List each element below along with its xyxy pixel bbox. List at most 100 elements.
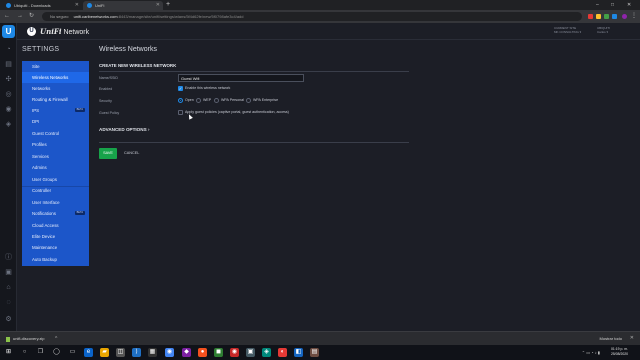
extension-icon[interactable] [588,14,593,19]
guest-policy-text: Apply guest policies (captive portal, gu… [185,110,289,114]
sidebar-item-networks[interactable]: Networks [22,83,89,94]
cancel-button[interactable]: CANCEL [124,148,139,159]
browser-tab-unifi[interactable]: UniFi ✕ [83,1,163,10]
browser-menu-icon[interactable]: ⋮ [631,12,637,21]
extension-icon[interactable] [612,14,617,19]
extension-icon[interactable] [604,14,609,19]
chrome-icon[interactable]: ◉ [165,348,174,357]
security-option-open[interactable]: Open [185,98,194,103]
insights-icon[interactable]: ◈ [4,120,13,129]
address-bar[interactable]: No seguro unifi.caribenetworks.com:8443/… [42,12,582,21]
browser-tab-ubiquiti[interactable]: Ubiquiti - Downloads ✕ [2,1,82,10]
sidebar-item-auto-backup[interactable]: Auto Backup [22,254,89,265]
url-path: :8443/manage/site/unifi/settings/wlans/5… [117,14,244,19]
sidebar-item-cloud-access[interactable]: Cloud Access [22,220,89,231]
system-tray-icons[interactable]: ⌃ ▭ ◔ ♪ ▮ [582,350,600,355]
maximize-button[interactable]: □ [611,0,614,10]
windows-start-icon[interactable]: ⊞ [4,348,13,357]
forward-icon[interactable]: → [17,12,23,21]
save-button[interactable]: SAVE [99,148,117,159]
app-icon[interactable]: ▭ [68,348,77,357]
enabled-label: Enabled [99,87,113,91]
edge-icon[interactable]: e [84,348,93,357]
security-label: Security [99,99,112,103]
security-option-wpa-enterprise[interactable]: WPA Enterprise [253,98,278,103]
sidebar-item-profiles[interactable]: Profiles [22,139,89,150]
user-menu[interactable]: UBIQUITI Carlos ▾ [597,26,610,34]
security-radio-wep[interactable] [196,98,201,103]
sidebar-item-controller[interactable]: Controller [22,185,89,196]
sidebar-item-notifications[interactable]: Notifications BETA [22,208,89,219]
sidebar-item-routing-firewall[interactable]: Routing & Firewall [22,94,89,105]
current-site-selector[interactable]: CURRENT SITE MK CONSULTING ▾ [554,26,581,34]
security-radio-open[interactable] [178,98,183,103]
not-secure-label[interactable]: No seguro [50,14,68,19]
new-tab-button[interactable]: + [166,1,170,9]
security-option-wep[interactable]: WEP [203,98,211,103]
events-icon[interactable]: ▣ [4,268,13,277]
app-icon[interactable]: ● [198,348,207,357]
sidebar-item-user-groups[interactable]: User Groups [22,174,89,185]
app-icon[interactable]: ▦ [148,348,157,357]
alerts-icon[interactable]: ⓘ [4,253,13,262]
settings-gear-icon[interactable]: ⚙ [4,315,13,324]
search-icon[interactable]: ○ [20,348,29,357]
unifi-home-icon[interactable]: U [2,25,15,38]
map-icon[interactable]: ✣ [4,75,13,84]
cortana-icon[interactable]: ◯ [52,348,61,357]
app-icon[interactable]: ◈ [262,348,271,357]
app-icon[interactable]: ▣ [246,348,255,357]
sidebar-item-elite-device[interactable]: Elite Device [22,231,89,242]
chat-icon[interactable]: ◌ [4,298,13,307]
left-nav-rail: U ◔ ▤ ✣ ◎ ◉ ◈ ⓘ ▣ ⌂ ◌ ⚙ [0,23,17,345]
sidebar-item-services[interactable]: Services [22,151,89,162]
app-icon[interactable]: ◐ [278,348,287,357]
app-icon[interactable]: ▤ [310,348,319,357]
tab-title: Ubiquiti - Downloads [14,3,51,8]
close-tab-icon[interactable]: ✕ [75,1,79,10]
profile-avatar[interactable] [622,14,627,19]
devices-icon[interactable]: ◎ [4,90,13,99]
file-explorer-icon[interactable]: ▰ [100,348,109,357]
beta-badge: BETA [74,108,85,112]
unifi-favicon-icon [87,3,92,8]
show-all-button[interactable]: Mostrar todo [600,335,622,343]
sidebar-item-dpi[interactable]: DPI [22,116,89,127]
sidebar-item-wireless-networks[interactable]: Wireless Networks [22,72,89,83]
sidebar-item-maintenance[interactable]: Maintenance [22,242,89,253]
statistics-icon[interactable]: ▤ [4,60,13,69]
dashboard-icon[interactable]: ◔ [4,45,13,54]
sidebar-item-admins[interactable]: Admins [22,162,89,173]
app-icon[interactable]: ◆ [182,348,191,357]
app-icon[interactable]: ◧ [294,348,303,357]
security-radio-wpa-enterprise[interactable] [246,98,251,103]
sidebar-item-user-interface[interactable]: User Interface [22,197,89,208]
enabled-checkbox[interactable]: ✓ [178,86,183,91]
close-window-button[interactable]: ✕ [627,0,631,10]
app-icon[interactable]: ◼ [214,348,223,357]
app-icon[interactable]: ◉ [230,348,239,357]
notifications-icon[interactable]: ⌂ [4,283,13,292]
store-icon[interactable]: ◫ [116,348,125,357]
minimize-button[interactable]: – [596,0,599,10]
download-options-icon[interactable]: ^ [55,335,57,343]
vscode-icon[interactable]: ⟩ [132,348,141,357]
sidebar-item-guest-control[interactable]: Guest Control [22,128,89,139]
page-title: Wireless Networks [99,46,157,53]
extension-icon[interactable] [596,14,601,19]
reload-icon[interactable]: ↻ [29,12,34,21]
back-icon[interactable]: ← [4,12,10,21]
close-tab-icon[interactable]: ✕ [156,1,160,10]
sidebar-item-ips[interactable]: IPS BETA [22,105,89,116]
sidebar-item-site[interactable]: Site [22,61,89,72]
security-option-wpa-personal[interactable]: WPA Personal [221,98,244,103]
security-radio-wpa-personal[interactable] [214,98,219,103]
task-view-icon[interactable]: ❐ [36,348,45,357]
guest-policy-checkbox[interactable] [178,110,183,115]
ssid-input[interactable] [178,74,304,82]
download-item[interactable]: unifi-discovery.zip [6,335,45,343]
advanced-options-toggle[interactable]: ADVANCED OPTIONS › [99,127,149,132]
taskbar-clock[interactable]: 01:19 p. m. 25/08/2020 [611,347,628,357]
clients-icon[interactable]: ◉ [4,105,13,114]
close-download-bar-icon[interactable]: ✕ [630,334,634,343]
